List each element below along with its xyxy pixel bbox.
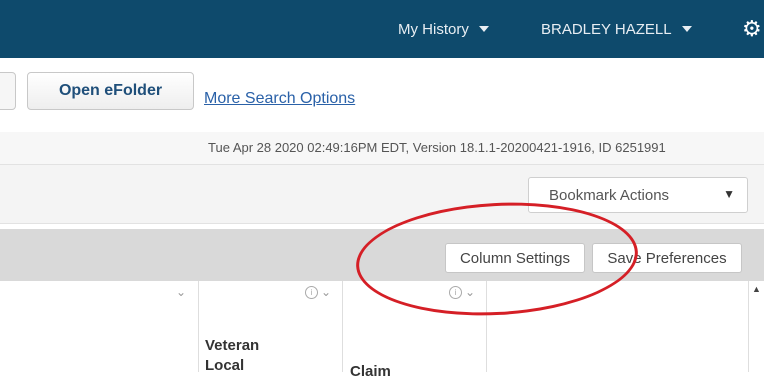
column-divider: [342, 281, 343, 372]
gear-icon[interactable]: ⚙: [742, 18, 764, 40]
column-header-veteran-local[interactable]: Veteran Local: [205, 336, 259, 376]
info-icon[interactable]: i: [449, 286, 462, 299]
save-preferences-button[interactable]: Save Preferences: [592, 243, 742, 273]
open-efolder-button[interactable]: Open eFolder: [27, 72, 194, 110]
previous-button-partial[interactable]: [0, 72, 16, 110]
column-divider: [198, 281, 199, 372]
open-efolder-label: Open eFolder: [58, 82, 163, 99]
chevron-down-icon: [681, 26, 692, 32]
column-divider: [748, 281, 749, 372]
column-divider: [486, 281, 487, 372]
my-history-label: My History: [398, 20, 469, 38]
scroll-up-arrow-icon[interactable]: ▲: [752, 284, 761, 294]
column-header-claim[interactable]: Claim: [350, 362, 391, 382]
user-menu[interactable]: BRADLEY HAZELL: [541, 0, 692, 58]
info-icon[interactable]: i: [305, 286, 318, 299]
column-settings-label: Column Settings: [459, 249, 571, 267]
bookmark-actions-label: Bookmark Actions: [549, 186, 670, 204]
dropdown-arrow-icon: ▼: [723, 187, 735, 201]
column-settings-button[interactable]: Column Settings: [445, 243, 585, 273]
more-search-options-link[interactable]: More Search Options: [204, 90, 355, 108]
top-nav-bar: My History BRADLEY HAZELL ⚙: [0, 0, 764, 58]
chevron-down-icon: [478, 26, 489, 32]
version-status-text: Tue Apr 28 2020 02:49:16PM EDT, Version …: [208, 140, 666, 155]
column-menu-chevron-icon[interactable]: ⌄: [465, 285, 475, 299]
column-menu-chevron-icon[interactable]: ⌄: [321, 285, 331, 299]
my-history-menu[interactable]: My History: [398, 0, 489, 58]
save-preferences-label: Save Preferences: [607, 249, 727, 267]
status-bar: Tue Apr 28 2020 02:49:16PM EDT, Version …: [0, 132, 764, 165]
user-name-label: BRADLEY HAZELL: [541, 20, 672, 38]
results-grid: [0, 281, 764, 372]
bookmark-actions-select[interactable]: Bookmark Actions ▼: [528, 177, 748, 213]
column-menu-chevron-icon[interactable]: ⌄: [176, 285, 186, 299]
